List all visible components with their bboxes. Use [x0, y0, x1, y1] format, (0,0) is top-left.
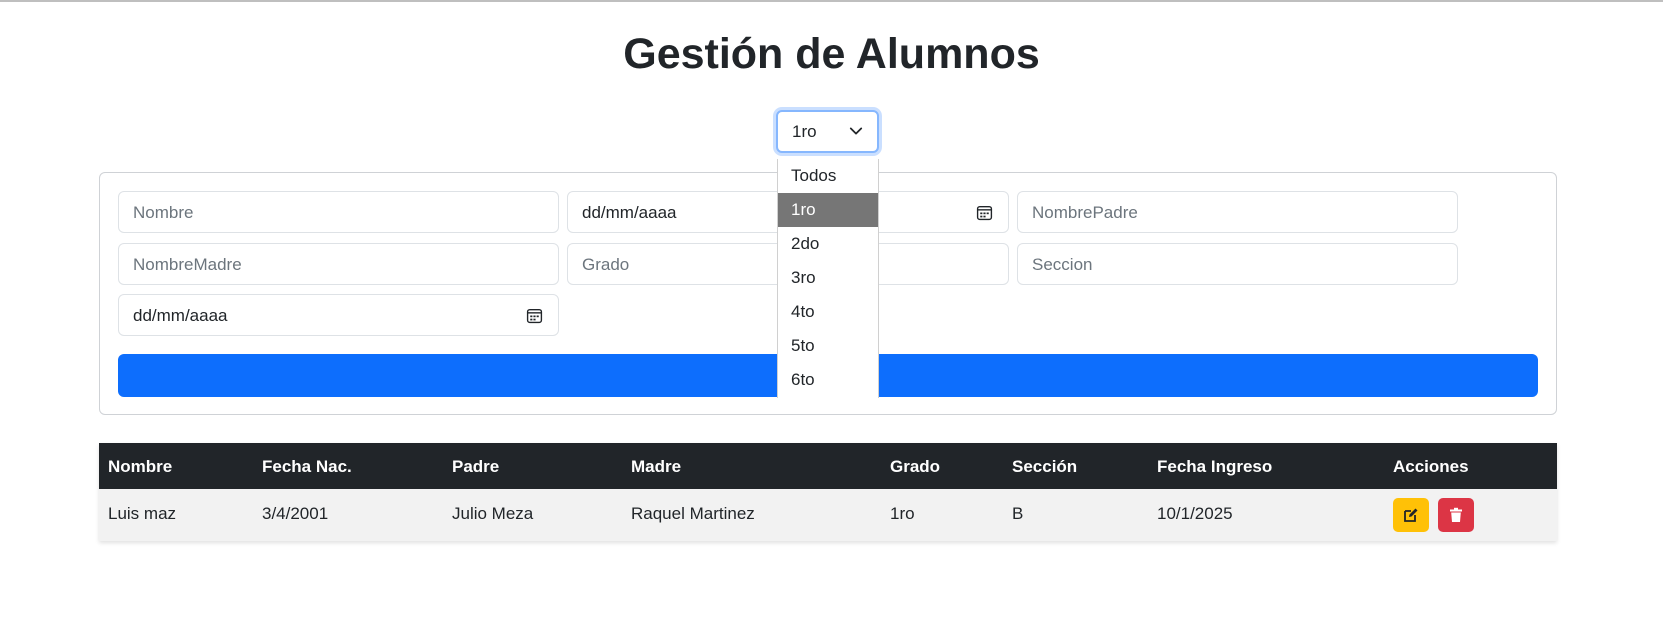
- grade-filter-options: Todos 1ro 2do 3ro 4to 5to 6to: [777, 159, 879, 398]
- fecha-ingreso-value: dd/mm/aaaa: [133, 306, 228, 325]
- header-seccion: Sección: [1012, 457, 1078, 476]
- nombre-madre-input[interactable]: NombreMadre: [118, 243, 559, 285]
- header-nombre: Nombre: [108, 457, 173, 476]
- grade-option-5to[interactable]: 5to: [778, 329, 878, 363]
- page-title: Gestión de Alumnos: [623, 30, 1040, 78]
- nombre-placeholder: Nombre: [133, 203, 194, 222]
- delete-button[interactable]: [1438, 498, 1474, 532]
- grade-filter-value: 1ro: [792, 122, 817, 141]
- table-header: Nombre Fecha Nac. Padre Madre Grado Secc…: [99, 443, 1557, 489]
- header-padre: Padre: [452, 457, 500, 476]
- seccion-placeholder: Seccion: [1032, 255, 1093, 274]
- grade-option-4to[interactable]: 4to: [778, 295, 878, 329]
- nombre-madre-placeholder: NombreMadre: [133, 255, 242, 274]
- nombre-padre-placeholder: NombrePadre: [1032, 203, 1138, 222]
- fecha-nacimiento-value: dd/mm/aaaa: [582, 203, 677, 222]
- grade-filter-select[interactable]: 1ro: [776, 110, 879, 153]
- cell-padre: Julio Meza: [452, 504, 534, 523]
- grade-option-3ro[interactable]: 3ro: [778, 261, 878, 295]
- header-fecha-ingreso: Fecha Ingreso: [1157, 457, 1273, 476]
- grade-option-todos[interactable]: Todos: [778, 159, 878, 193]
- edit-button[interactable]: [1393, 498, 1429, 532]
- cell-seccion: B: [1012, 504, 1024, 523]
- seccion-input[interactable]: Seccion: [1017, 243, 1458, 285]
- cell-fecha-ingreso: 10/1/2025: [1157, 504, 1233, 523]
- cell-fecha-nac: 3/4/2001: [262, 504, 329, 523]
- table-row: Luis maz 3/4/2001 Julio Meza Raquel Mart…: [99, 489, 1557, 541]
- nombre-padre-input[interactable]: NombrePadre: [1017, 191, 1458, 233]
- grade-option-6to[interactable]: 6to: [778, 363, 878, 397]
- cell-nombre: Luis maz: [108, 504, 177, 523]
- cell-madre: Raquel Martinez: [631, 504, 755, 523]
- header-madre: Madre: [631, 457, 682, 476]
- nombre-input[interactable]: Nombre: [118, 191, 559, 233]
- students-table: Nombre Fecha Nac. Padre Madre Grado Secc…: [99, 443, 1557, 541]
- header-grado: Grado: [890, 457, 941, 476]
- grado-placeholder: Grado: [582, 255, 630, 274]
- header-acciones: Acciones: [1393, 457, 1469, 476]
- chevron-down-icon: [849, 124, 863, 143]
- grade-option-2do[interactable]: 2do: [778, 227, 878, 261]
- calendar-icon[interactable]: [976, 204, 993, 226]
- header-fecha-nac: Fecha Nac.: [262, 457, 352, 476]
- cell-grado: 1ro: [890, 504, 915, 523]
- window-top-border: [0, 0, 1663, 2]
- fecha-ingreso-input[interactable]: dd/mm/aaaa: [118, 294, 559, 336]
- calendar-icon[interactable]: [526, 307, 543, 329]
- grade-option-1ro[interactable]: 1ro: [778, 193, 878, 227]
